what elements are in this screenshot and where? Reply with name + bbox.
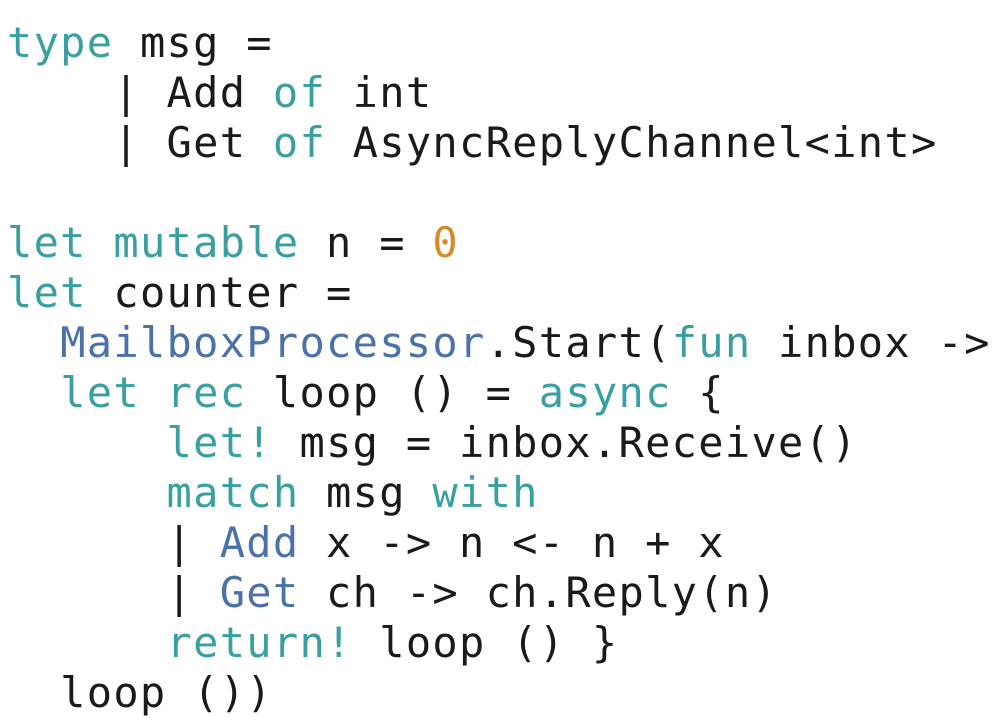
code-token-kw: with <box>432 468 539 517</box>
code-token-plain: msg <box>299 468 433 517</box>
code-token-kw: type <box>7 18 114 67</box>
code-token-kw: let <box>7 218 87 267</box>
code-token-plain: x -> n <- n + x <box>299 518 725 567</box>
code-line: type msg = <box>7 18 991 68</box>
code-token-plain: | <box>7 568 220 617</box>
code-token-plain: counter = <box>86 268 353 317</box>
code-token-kw: let <box>60 368 140 417</box>
code-token-kw: let! <box>166 418 273 467</box>
code-token-kw: fun <box>671 318 752 367</box>
code-token-plain: msg = <box>113 18 273 67</box>
code-token-plain: msg = inbox.Receive() <box>272 418 858 467</box>
code-token-plain: int <box>326 68 433 117</box>
code-token-plain: loop () } <box>352 618 619 667</box>
code-token-kw: rec <box>166 368 247 417</box>
code-line: | Add x -> n <- n + x <box>7 518 991 568</box>
code-token-plain: loop ()) <box>7 668 273 717</box>
code-block: type msg = | Add of int | Get of AsyncRe… <box>7 18 991 718</box>
code-line: let counter = <box>7 268 991 318</box>
code-token-ty: MailboxProcessor <box>60 318 486 367</box>
code-line: | Get of AsyncReplyChannel<int> <box>7 118 991 168</box>
code-line: loop ()) <box>7 668 991 718</box>
code-token-plain: loop () = <box>246 368 539 417</box>
code-token-plain: { <box>671 368 725 417</box>
code-token-plain: ch -> ch.Reply(n) <box>299 568 779 617</box>
code-line: let rec loop () = async { <box>7 368 991 418</box>
code-token-num: 0 <box>432 218 459 267</box>
code-token-plain: | <box>7 518 220 567</box>
code-token-kw: async <box>538 368 672 417</box>
code-line: let mutable n = 0 <box>7 218 991 268</box>
code-line: match msg with <box>7 468 991 518</box>
code-token-kw: of <box>272 118 327 167</box>
code-token-plain: | Get <box>7 118 273 167</box>
code-token-plain: n = <box>299 218 433 267</box>
code-token-kw: match <box>166 468 300 517</box>
code-token-plain: | Add <box>7 68 273 117</box>
code-line: | Get ch -> ch.Reply(n) <box>7 568 991 618</box>
code-token-plain: AsyncReplyChannel<int> <box>326 118 938 167</box>
code-token-plain: inbox -> <box>751 318 991 367</box>
code-line: let! msg = inbox.Receive() <box>7 418 991 468</box>
code-token-ty: Get <box>219 568 300 617</box>
code-token-kw: mutable <box>113 218 300 267</box>
code-line: | Add of int <box>7 68 991 118</box>
code-token-kw: of <box>272 68 327 117</box>
code-token-ty: Add <box>219 518 300 567</box>
code-token-kw: return! <box>166 618 353 667</box>
code-line: MailboxProcessor.Start(fun inbox -> <box>7 318 991 368</box>
code-token-kw: let <box>7 268 87 317</box>
code-token-plain: .Start( <box>485 318 672 367</box>
code-line: return! loop () } <box>7 618 991 668</box>
